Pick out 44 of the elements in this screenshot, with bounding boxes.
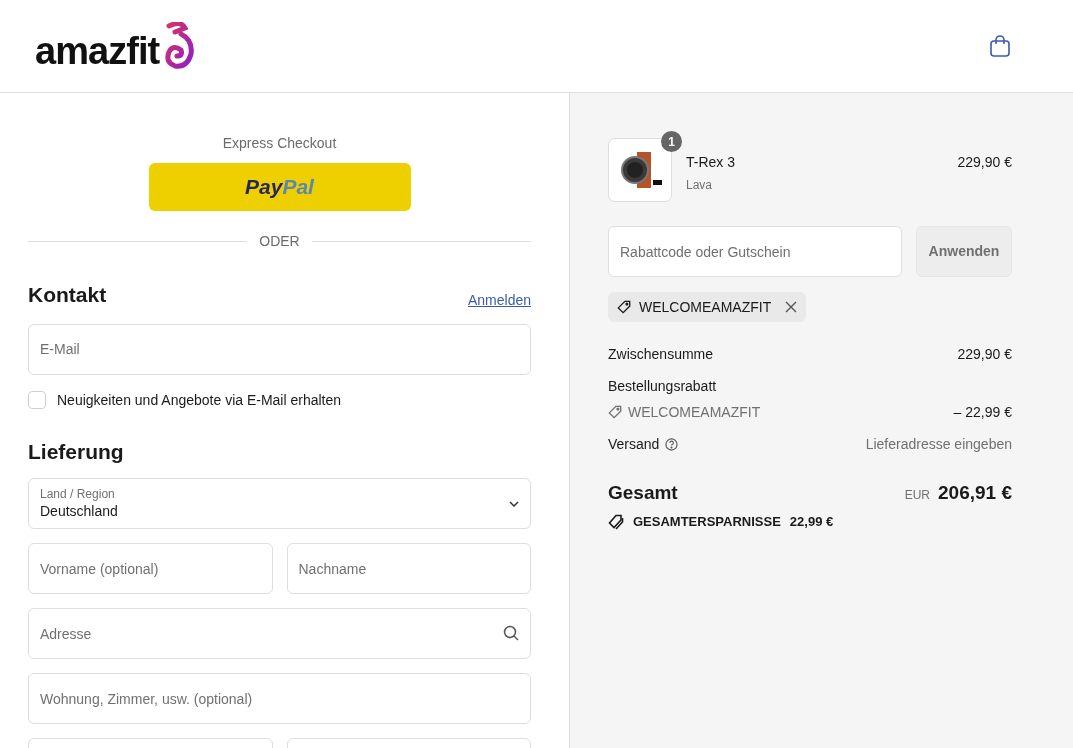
tag-icon: [608, 405, 622, 419]
discount-value: – 22,99 €: [953, 402, 1012, 422]
divider-label: ODER: [259, 232, 300, 251]
express-checkout-label: Express Checkout: [221, 134, 338, 153]
total-value: 206,91 €: [938, 480, 1012, 505]
field-label: Land / Region: [40, 487, 116, 502]
apply-button[interactable]: Anwenden: [916, 226, 1012, 277]
close-icon[interactable]: [785, 301, 798, 313]
chevron-down-icon: [509, 500, 519, 507]
address-field[interactable]: Adresse: [28, 608, 531, 659]
savings-label: GESAMTERSPARNISSE: [633, 513, 781, 531]
field-value: Deutschland: [40, 502, 118, 520]
login-link[interactable]: Anmelden: [467, 289, 531, 311]
summary-label: Versand: [608, 434, 660, 454]
savings-value: 22,99 €: [789, 513, 834, 531]
summary-value: 229,90 €: [957, 344, 1012, 364]
help-icon[interactable]: [665, 437, 679, 451]
checkbox[interactable]: [28, 391, 46, 409]
tags-icon: [608, 513, 624, 530]
section-heading: Lieferung: [28, 438, 125, 465]
discount-code: WELCOMEAMAZFIT: [639, 297, 772, 317]
country-select[interactable]: Land / Region Deutschland: [28, 478, 531, 529]
search-icon: [503, 625, 519, 641]
text-input-field[interactable]: Wohnung, Zimmer, usw. (optional): [28, 673, 531, 724]
discount-code-field[interactable]: Rabattcode oder Gutschein: [608, 226, 902, 277]
email-field[interactable]: E-Mail: [28, 323, 531, 375]
section-heading: Kontakt: [28, 282, 107, 308]
checkbox-label: Neuigkeiten und Angebote via E-Mail erhalten: [57, 390, 342, 410]
summary-label: Zwischensumme: [608, 344, 714, 364]
product-name: T-Rex 3: [686, 153, 736, 172]
currency-label: EUR: [904, 486, 931, 504]
text-input-field[interactable]: Vorname (optional): [28, 543, 273, 594]
product-variant: Lava: [686, 177, 714, 194]
shipping-value: Lieferadresse eingeben: [865, 434, 1012, 454]
summary-label: Bestellungsrabatt: [608, 376, 717, 396]
paypal-button[interactable]: PayPal: [148, 163, 411, 211]
total-label: Gesamt: [608, 480, 678, 505]
product-price: 229,90 €: [957, 153, 1012, 172]
text-input-field[interactable]: Nachname: [286, 543, 531, 594]
discount-code: WELCOMEAMAZFIT: [628, 402, 761, 422]
tag-icon: [617, 300, 631, 314]
shopping-bag-icon[interactable]: [989, 34, 1011, 58]
brand-logo-text[interactable]: amazfit: [35, 32, 160, 70]
quantity-badge: 1: [661, 131, 682, 152]
